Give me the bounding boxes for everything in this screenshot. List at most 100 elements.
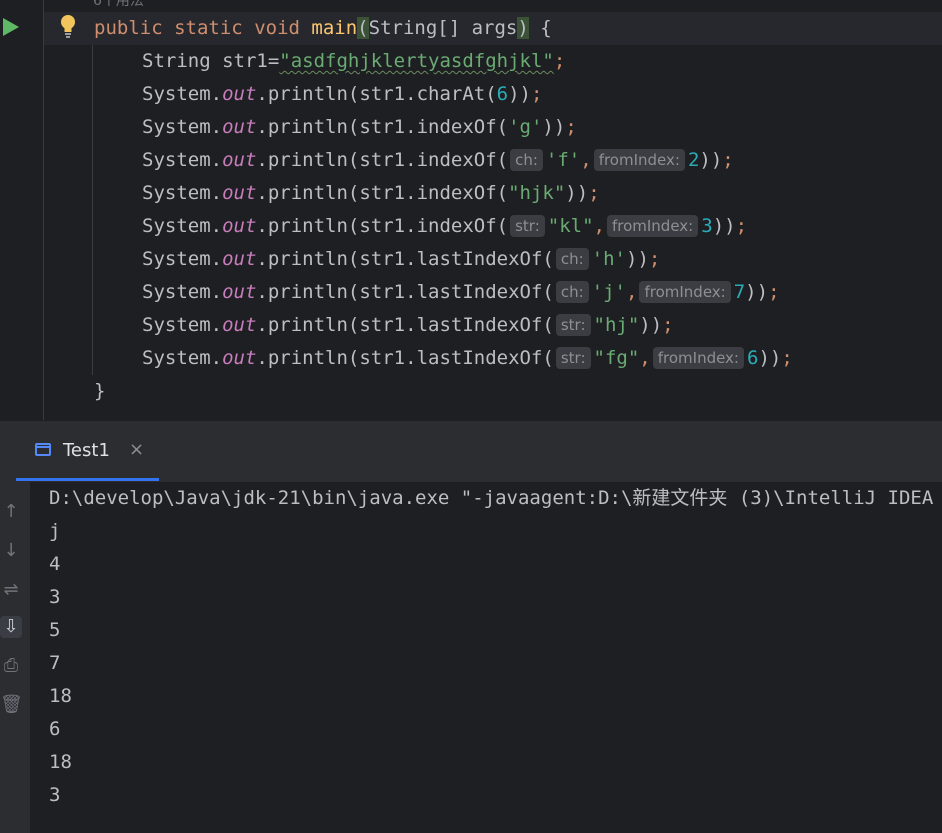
code-line-decl[interactable]: String str1="asdfghjklertyasdfghjkl"; <box>142 45 565 78</box>
code-line-println[interactable]: System.out.println(str1.charAt(6)); <box>142 78 542 111</box>
soft-wrap-icon[interactable]: ⇌ <box>0 579 22 601</box>
println-call: .println(str1. <box>256 347 417 369</box>
println-call: .println(str1. <box>256 116 417 138</box>
println-call: .println(str1. <box>256 182 417 204</box>
method-name: lastIndexOf <box>416 314 543 336</box>
string-literal: "hj" <box>593 314 640 336</box>
arrow-up-icon[interactable]: ↑ <box>0 501 22 523</box>
system-class: System. <box>142 182 223 204</box>
println-call: .println(str1. <box>256 281 417 303</box>
number-literal: 3 <box>701 215 713 237</box>
method-name: indexOf <box>416 116 497 138</box>
decl-var: str1= <box>222 50 280 72</box>
run-icon[interactable] <box>3 18 19 36</box>
console-output-line: 18 <box>49 751 72 773</box>
println-call: .println(str1. <box>256 248 417 270</box>
param-name: args <box>471 17 518 39</box>
closing-brace: } <box>94 380 106 402</box>
comma: , <box>639 347 651 369</box>
arrow-down-icon[interactable]: ↓ <box>0 540 22 562</box>
code-line-println[interactable]: System.out.println(str1.lastIndexOf(str:… <box>142 309 674 342</box>
system-class: System. <box>142 347 223 369</box>
tab-test1[interactable]: Test1 × <box>16 421 159 481</box>
out-field: out <box>222 149 257 171</box>
lightbulb-icon[interactable] <box>58 13 78 39</box>
println-call: .println(str1. <box>256 149 417 171</box>
keyword-public: public <box>94 17 163 39</box>
method-name: indexOf <box>416 182 497 204</box>
out-field: out <box>222 215 257 237</box>
code-line-println[interactable]: System.out.println(str1.indexOf("hjk")); <box>142 177 600 210</box>
code-editor[interactable]: 6个用法 public static void main(String[] ar… <box>0 0 942 420</box>
string-literal: "kl" <box>547 215 594 237</box>
println-call: .println(str1. <box>256 314 417 336</box>
code-line-println[interactable]: System.out.println(str1.lastIndexOf(ch: '… <box>142 243 660 276</box>
decl-type: String <box>142 50 211 72</box>
main-method-signature[interactable]: public static void main(String[] args) { <box>94 12 552 45</box>
console-output-line: 3 <box>49 784 61 806</box>
parameter-hint: str: <box>555 347 591 369</box>
console-output-line: 5 <box>49 619 61 641</box>
comma: , <box>593 215 605 237</box>
system-class: System. <box>142 248 223 270</box>
console-output-line: 7 <box>49 652 61 674</box>
string-literal: 'j' <box>591 281 626 303</box>
out-field: out <box>222 347 257 369</box>
console-output-line: j <box>49 520 61 542</box>
out-field: out <box>222 314 257 336</box>
println-call: .println(str1. <box>256 83 417 105</box>
parameter-hint: str: <box>510 215 545 237</box>
method-name: lastIndexOf <box>416 248 543 270</box>
number-literal: 7 <box>733 281 746 303</box>
string-literal: "hjk" <box>508 182 566 204</box>
console-command: D:\develop\Java\jdk-21\bin\java.exe "-ja… <box>49 487 934 509</box>
method-name: lastIndexOf <box>416 281 543 303</box>
system-class: System. <box>142 149 223 171</box>
string-literal: "fg" <box>593 347 640 369</box>
method-name: lastIndexOf <box>416 347 543 369</box>
gutter-divider <box>43 0 44 420</box>
parameter-hint: ch: <box>510 149 543 171</box>
usages-hint[interactable]: 6个用法 <box>93 0 144 10</box>
parameter-hint: fromIndex: <box>606 215 699 237</box>
code-line-println[interactable]: System.out.println(str1.lastIndexOf(str:… <box>142 342 793 375</box>
run-panel: Test1 × ↑ ↓ ⇌ ⇩ ⎙ 🗑 D:\develop\Java\jdk-… <box>0 420 942 833</box>
decl-value: "asdfghjklertyasdfghjkl" <box>279 50 554 72</box>
console-output[interactable]: D:\develop\Java\jdk-21\bin\java.exe "-ja… <box>30 482 942 833</box>
keyword-static: static <box>174 17 243 39</box>
comma: , <box>580 149 592 171</box>
method-name: indexOf <box>416 215 497 237</box>
string-literal: 'h' <box>591 248 626 270</box>
out-field: out <box>222 248 257 270</box>
method-name: main <box>311 17 358 39</box>
out-field: out <box>222 182 257 204</box>
println-call: .println(str1. <box>256 215 417 237</box>
parameter-hint: fromIndex: <box>639 281 731 303</box>
console-icon <box>35 443 51 456</box>
parameter-hint: fromIndex: <box>593 149 685 171</box>
parameter-hint: str: <box>555 314 591 336</box>
console-toolbar: ↑ ↓ ⇌ ⇩ ⎙ 🗑 <box>0 482 30 833</box>
print-icon[interactable]: ⎙ <box>0 655 22 677</box>
close-icon[interactable]: × <box>129 439 144 460</box>
console-output-line: 6 <box>49 718 61 740</box>
code-line-println[interactable]: System.out.println(str1.indexOf(str: "kl"… <box>142 210 747 243</box>
code-line-println[interactable]: System.out.println(str1.indexOf(ch:'f', f… <box>142 144 734 177</box>
param-type: String[] <box>368 17 461 39</box>
system-class: System. <box>142 83 223 105</box>
system-class: System. <box>142 116 223 138</box>
run-tab-bar: Test1 × <box>0 420 942 481</box>
method-name: indexOf <box>416 149 497 171</box>
code-line-println[interactable]: System.out.println(str1.indexOf('g')); <box>142 111 577 144</box>
trash-icon[interactable]: 🗑 <box>0 694 23 716</box>
console-output-line: 4 <box>49 553 61 575</box>
code-line-println[interactable]: System.out.println(str1.lastIndexOf(ch: '… <box>142 276 780 309</box>
out-field: out <box>222 116 257 138</box>
system-class: System. <box>142 314 223 336</box>
method-name: charAt <box>416 83 486 105</box>
number-literal: 6 <box>747 347 759 369</box>
system-class: System. <box>142 281 223 303</box>
scroll-to-end-icon[interactable]: ⇩ <box>0 616 22 638</box>
parameter-hint: fromIndex: <box>652 347 744 369</box>
out-field: out <box>222 281 257 303</box>
